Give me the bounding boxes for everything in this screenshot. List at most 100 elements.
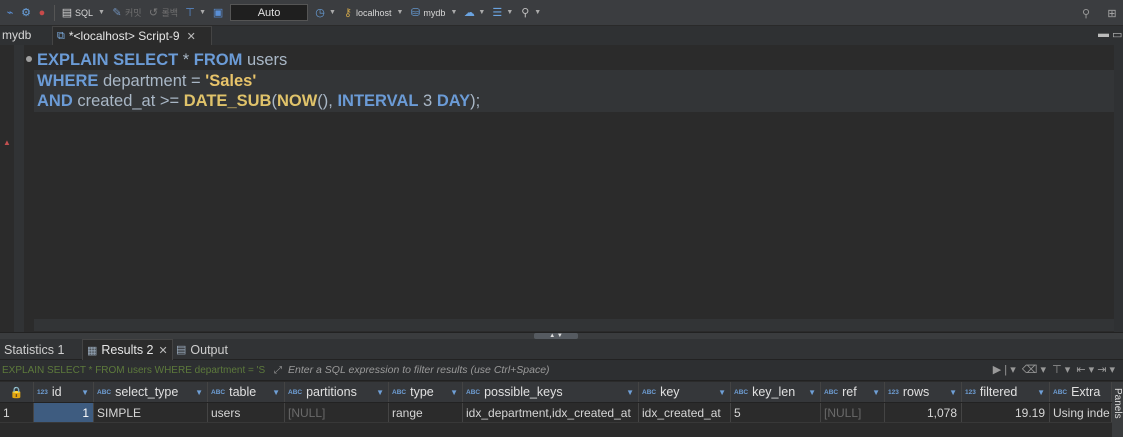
layout-icon[interactable]: ☰ (490, 6, 504, 20)
column-header-extra[interactable]: ABC Extra (1050, 382, 1112, 402)
table-cell-select-type[interactable]: SIMPLE (94, 403, 208, 422)
active-database-selector[interactable]: mydb (423, 8, 445, 18)
disconnect-icon[interactable]: ● (35, 6, 49, 20)
column-header-label: key (660, 385, 680, 399)
chevron-down-icon[interactable]: ▼ (199, 9, 206, 16)
column-header-rows[interactable]: 123 rows ▼ (885, 382, 962, 402)
minimize-icon[interactable]: ▬ (1098, 28, 1109, 40)
code-line[interactable]: AND created_at >= DATE_SUB(NOW(), INTERV… (37, 91, 480, 112)
table-cell-ref[interactable]: [NULL] (821, 403, 885, 422)
commit-icon[interactable]: ✎ (110, 6, 124, 20)
sort-icon[interactable]: ▼ (626, 388, 634, 397)
chevron-down-icon[interactable]: ▼ (478, 9, 485, 16)
table-cell-possible-keys[interactable]: idx_department,idx_created_at (463, 403, 639, 422)
code-token: DAY (436, 92, 471, 110)
sort-icon[interactable]: ▼ (718, 388, 726, 397)
table-row[interactable]: 1 1 SIMPLE users [NULL] range idx_department,… (0, 403, 1112, 423)
filter-actions[interactable]: ▶ | ▾ ⌫ ▾ ⊤ ▾ ⇤ ▾ ⇥ ▾ (993, 363, 1115, 376)
sql-code[interactable]: EXPLAIN SELECT * FROM users WHERE departm… (37, 50, 480, 112)
connection-icon[interactable]: ⚷ (341, 6, 355, 20)
filter-bar: EXPLAIN SELECT * FROM users WHERE depart… (0, 360, 1123, 381)
chevron-down-icon[interactable]: ▼ (450, 9, 457, 16)
table-cell-extra[interactable]: Using inde (1050, 403, 1112, 422)
reconnect-icon[interactable]: ⚙ (19, 6, 33, 20)
fold-icon[interactable] (26, 56, 32, 62)
active-connection-selector[interactable]: localhost (356, 8, 392, 18)
column-type-badge: ABC (466, 388, 481, 396)
column-header-select-type[interactable]: ABC select_type ▼ (94, 382, 208, 402)
table-cell-id[interactable]: 1 (34, 403, 94, 422)
tab-results[interactable]: ▦ Results 2 ✕ (82, 339, 173, 360)
sort-icon[interactable]: ▼ (81, 388, 89, 397)
results-grid[interactable]: 🔒 123 id ▼ ABC select_type ▼ ABC table ▼ ABC parti… (0, 382, 1112, 437)
sort-icon[interactable]: ▼ (872, 388, 880, 397)
commit-button[interactable]: 커밋 (125, 6, 142, 19)
editor-ruler (14, 45, 24, 332)
expand-icon[interactable]: ⤢ (274, 365, 282, 376)
panel-splitter[interactable]: ▲ ▼ (0, 332, 1123, 339)
sort-icon[interactable]: ▼ (450, 388, 458, 397)
column-header-key[interactable]: ABC key ▼ (639, 382, 731, 402)
table-cell-filtered[interactable]: 19.19 (962, 403, 1050, 422)
code-line[interactable]: EXPLAIN SELECT * FROM users (37, 50, 480, 71)
column-header-id[interactable]: 123 id ▼ (34, 382, 94, 402)
table-cell-partitions[interactable]: [NULL] (285, 403, 389, 422)
code-token: * (178, 51, 194, 69)
transaction-mode-selector[interactable]: Auto (230, 4, 309, 21)
tab-script-9[interactable]: ⧉ *<localhost> Script-9 ✕ (52, 26, 212, 45)
chevron-down-icon[interactable]: ▼ (98, 9, 105, 16)
rollback-button[interactable]: 롤백 (162, 6, 179, 19)
table-cell-key[interactable]: idx_created_at (639, 403, 731, 422)
horizontal-scrollbar[interactable] (34, 319, 1114, 331)
rollback-icon[interactable]: ↺ (147, 6, 161, 20)
sql-editor[interactable]: ▲ EXPLAIN SELECT * FROM users WHERE depar… (0, 45, 1123, 332)
perspective-icon[interactable]: ⊞ (1105, 6, 1119, 20)
lock-icon[interactable]: ▣ (211, 6, 225, 20)
tab-label: Statistics 1 (4, 342, 65, 357)
column-type-badge: ABC (288, 388, 303, 396)
code-token: DATE_SUB (183, 92, 272, 110)
chevron-down-icon[interactable]: ▼ (534, 9, 541, 16)
column-header-partitions[interactable]: ABC partitions ▼ (285, 382, 389, 402)
chevron-down-icon[interactable]: ▼ (329, 9, 336, 16)
close-icon[interactable]: ✕ (187, 30, 196, 43)
column-header-table[interactable]: ABC table ▼ (208, 382, 285, 402)
chevron-down-icon[interactable]: ▼ (396, 9, 403, 16)
sql-editor-icon[interactable]: ▤ (60, 6, 74, 20)
tab-output[interactable]: ▤ Output (172, 339, 232, 360)
column-header-label: select_type (115, 385, 179, 399)
sort-icon[interactable]: ▼ (195, 388, 203, 397)
filter-input[interactable]: Enter a SQL expression to filter results… (288, 364, 550, 376)
column-header-label: id (51, 385, 62, 399)
column-header-filtered[interactable]: 123 filtered ▼ (962, 382, 1050, 402)
database-icon[interactable]: ⛁ (408, 6, 422, 20)
maximize-icon[interactable]: ▭ (1112, 28, 1122, 41)
sort-icon[interactable]: ▼ (949, 388, 957, 397)
row-number[interactable]: 1 (0, 403, 34, 422)
tab-statistics[interactable]: Statistics 1 (0, 339, 68, 360)
table-cell-type[interactable]: range (389, 403, 463, 422)
sort-icon[interactable]: ▼ (272, 388, 280, 397)
chevron-down-icon[interactable]: ▼ (506, 9, 513, 16)
table-cell-key-len[interactable]: 5 (731, 403, 821, 422)
column-header-key-len[interactable]: ABC key_len ▼ (731, 382, 821, 402)
clock-icon[interactable]: ◷ (313, 6, 327, 20)
sort-icon[interactable]: ▼ (1037, 388, 1045, 397)
sort-icon[interactable]: ▼ (808, 388, 816, 397)
column-header-possible-keys[interactable]: ABC possible_keys ▼ (463, 382, 639, 402)
vertical-scrollbar[interactable] (1114, 45, 1123, 332)
panels-sidebar[interactable]: Panels (1112, 382, 1123, 437)
search-icon[interactable]: ⚲ (518, 6, 532, 20)
sort-icon[interactable]: ▼ (376, 388, 384, 397)
table-cell-rows[interactable]: 1,078 (885, 403, 962, 422)
sql-editor-button[interactable]: SQL (75, 8, 93, 18)
column-header-ref[interactable]: ABC ref ▼ (821, 382, 885, 402)
connect-icon[interactable]: ⌁ (3, 6, 17, 20)
column-header-type[interactable]: ABC type ▼ (389, 382, 463, 402)
table-cell-table[interactable]: users (208, 403, 285, 422)
global-search-icon[interactable]: ⚲ (1079, 6, 1093, 20)
close-icon[interactable]: ✕ (159, 344, 168, 357)
connection-settings-icon[interactable]: ☁ (462, 6, 476, 20)
code-line[interactable]: WHERE department = 'Sales' (37, 71, 480, 92)
transaction-icon[interactable]: ⊤ (183, 6, 197, 20)
